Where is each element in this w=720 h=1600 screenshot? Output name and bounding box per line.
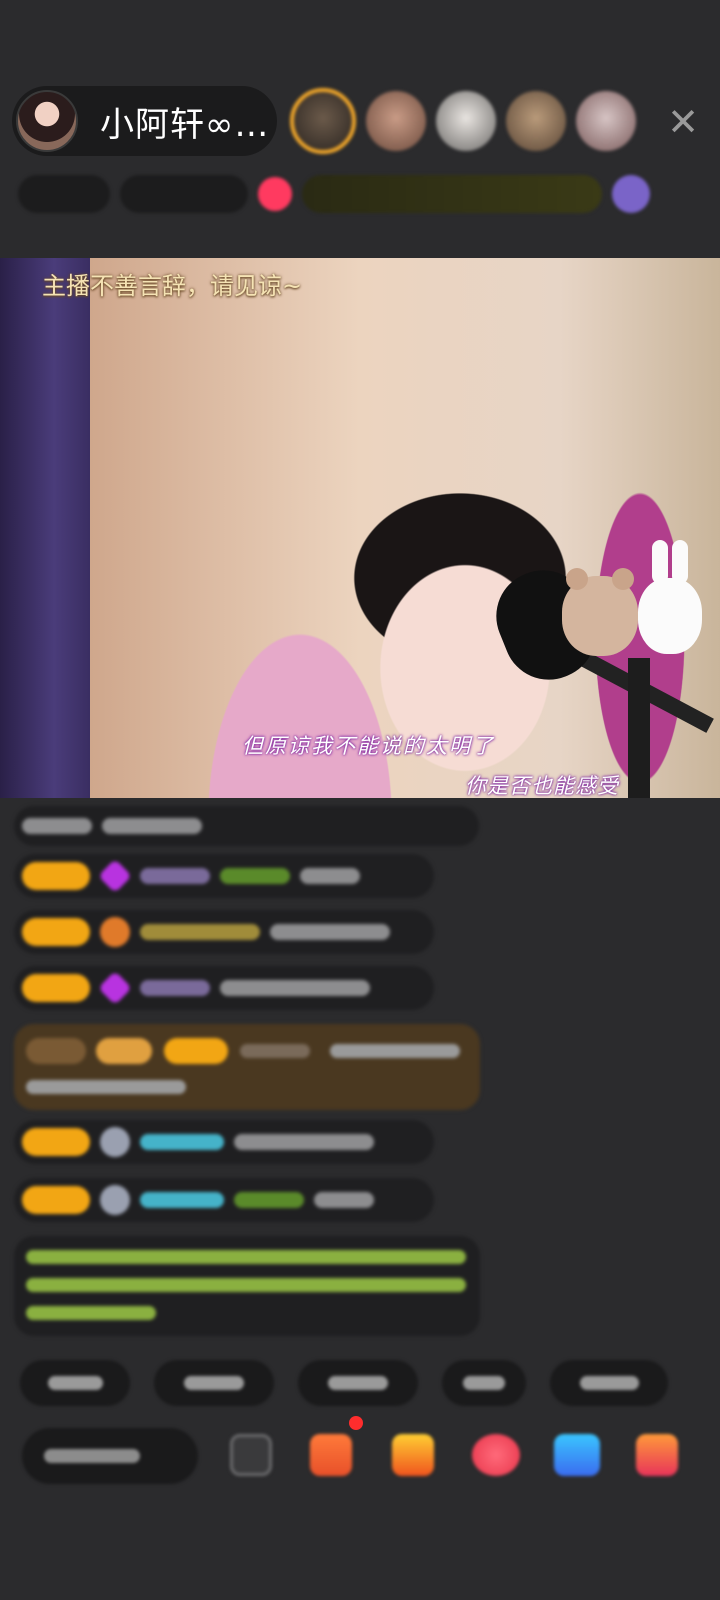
quick-reply-bar	[20, 1360, 720, 1406]
quick-reply-chip[interactable]	[442, 1360, 526, 1406]
host-avatar[interactable]	[16, 90, 78, 152]
chat-text	[234, 1134, 374, 1150]
top-viewer-avatar[interactable]	[290, 88, 356, 154]
chat-message[interactable]	[14, 854, 434, 898]
chat-message[interactable]	[14, 1120, 434, 1164]
chat-message[interactable]	[14, 1178, 434, 1222]
vip-chat-message[interactable]	[14, 1024, 480, 1110]
level-badge	[22, 974, 90, 1002]
top-viewer-avatar[interactable]	[366, 91, 426, 151]
hot-icon[interactable]	[258, 177, 292, 211]
top-viewer-avatar[interactable]	[506, 91, 566, 151]
chat-message[interactable]	[14, 966, 434, 1010]
chat-text	[314, 1192, 374, 1208]
host-name: 小阿轩∞…	[100, 104, 270, 145]
game-icon[interactable]	[554, 1434, 600, 1476]
rank-chip[interactable]	[18, 175, 110, 213]
level-badge	[22, 862, 90, 890]
lyric-line-1: 但原谅我不能说的太明了	[242, 734, 495, 758]
curtain	[0, 258, 90, 798]
chat-text	[220, 980, 370, 996]
close-icon[interactable]: ✕	[663, 102, 703, 142]
event-icon[interactable]	[612, 175, 650, 213]
chat-text	[234, 1192, 304, 1208]
quick-reply-chip[interactable]	[550, 1360, 668, 1406]
chat-text	[102, 818, 202, 834]
user-name[interactable]	[140, 1192, 224, 1208]
level-badge	[22, 918, 90, 946]
host-caption: 主播不善言辞，请见谅~	[42, 272, 303, 300]
chat-text	[22, 818, 92, 834]
more-gift-icon[interactable]	[636, 1434, 678, 1476]
chat-text	[220, 868, 290, 884]
room-info-bar	[18, 172, 708, 216]
level-badge	[22, 1128, 90, 1156]
notification-dot	[349, 1416, 363, 1430]
chat-message[interactable]	[14, 910, 434, 954]
badge-icon	[100, 1185, 130, 1215]
bottom-bar	[0, 1424, 720, 1486]
host-info[interactable]: 小阿轩∞…	[12, 86, 277, 156]
popularity-chip[interactable]	[120, 175, 248, 213]
gem-icon	[98, 859, 132, 893]
emoji-icon[interactable]	[230, 1434, 272, 1476]
top-viewer-list	[290, 86, 636, 156]
user-name[interactable]	[140, 1134, 224, 1150]
user-name[interactable]	[140, 980, 210, 996]
mic-stand	[628, 658, 650, 798]
bunny-sticker	[638, 540, 702, 654]
activity-banner[interactable]	[302, 175, 602, 213]
lyric-line-2: 你是否也能感受	[465, 774, 619, 798]
bear-sticker	[562, 568, 638, 656]
system-message	[14, 1236, 480, 1336]
level-badge	[22, 1186, 90, 1214]
quick-reply-chip[interactable]	[20, 1360, 130, 1406]
gift-box-icon[interactable]	[310, 1434, 352, 1476]
user-name[interactable]	[140, 868, 210, 884]
top-viewer-avatar[interactable]	[436, 91, 496, 151]
chat-message[interactable]	[14, 806, 479, 846]
badge-icon	[100, 1127, 130, 1157]
red-packet-icon[interactable]	[392, 1434, 434, 1476]
gem-icon	[98, 971, 132, 1005]
badge-icon	[100, 917, 130, 947]
chat-text	[300, 868, 360, 884]
quick-reply-chip[interactable]	[298, 1360, 418, 1406]
top-viewer-avatar[interactable]	[576, 91, 636, 151]
live-video[interactable]: 主播不善言辞，请见谅~ 但原谅我不能说的太明了 你是否也能感受	[0, 258, 720, 798]
chat-text	[270, 924, 390, 940]
quick-reply-chip[interactable]	[154, 1360, 274, 1406]
heart-gift-icon[interactable]	[472, 1434, 520, 1476]
live-room-screen: 小阿轩∞… ✕ 主播不善言辞，请见谅~ 但原谅我不能说的太明了 你是否也能感受	[0, 0, 720, 1600]
chat-input[interactable]	[22, 1428, 198, 1484]
user-name[interactable]	[140, 924, 260, 940]
